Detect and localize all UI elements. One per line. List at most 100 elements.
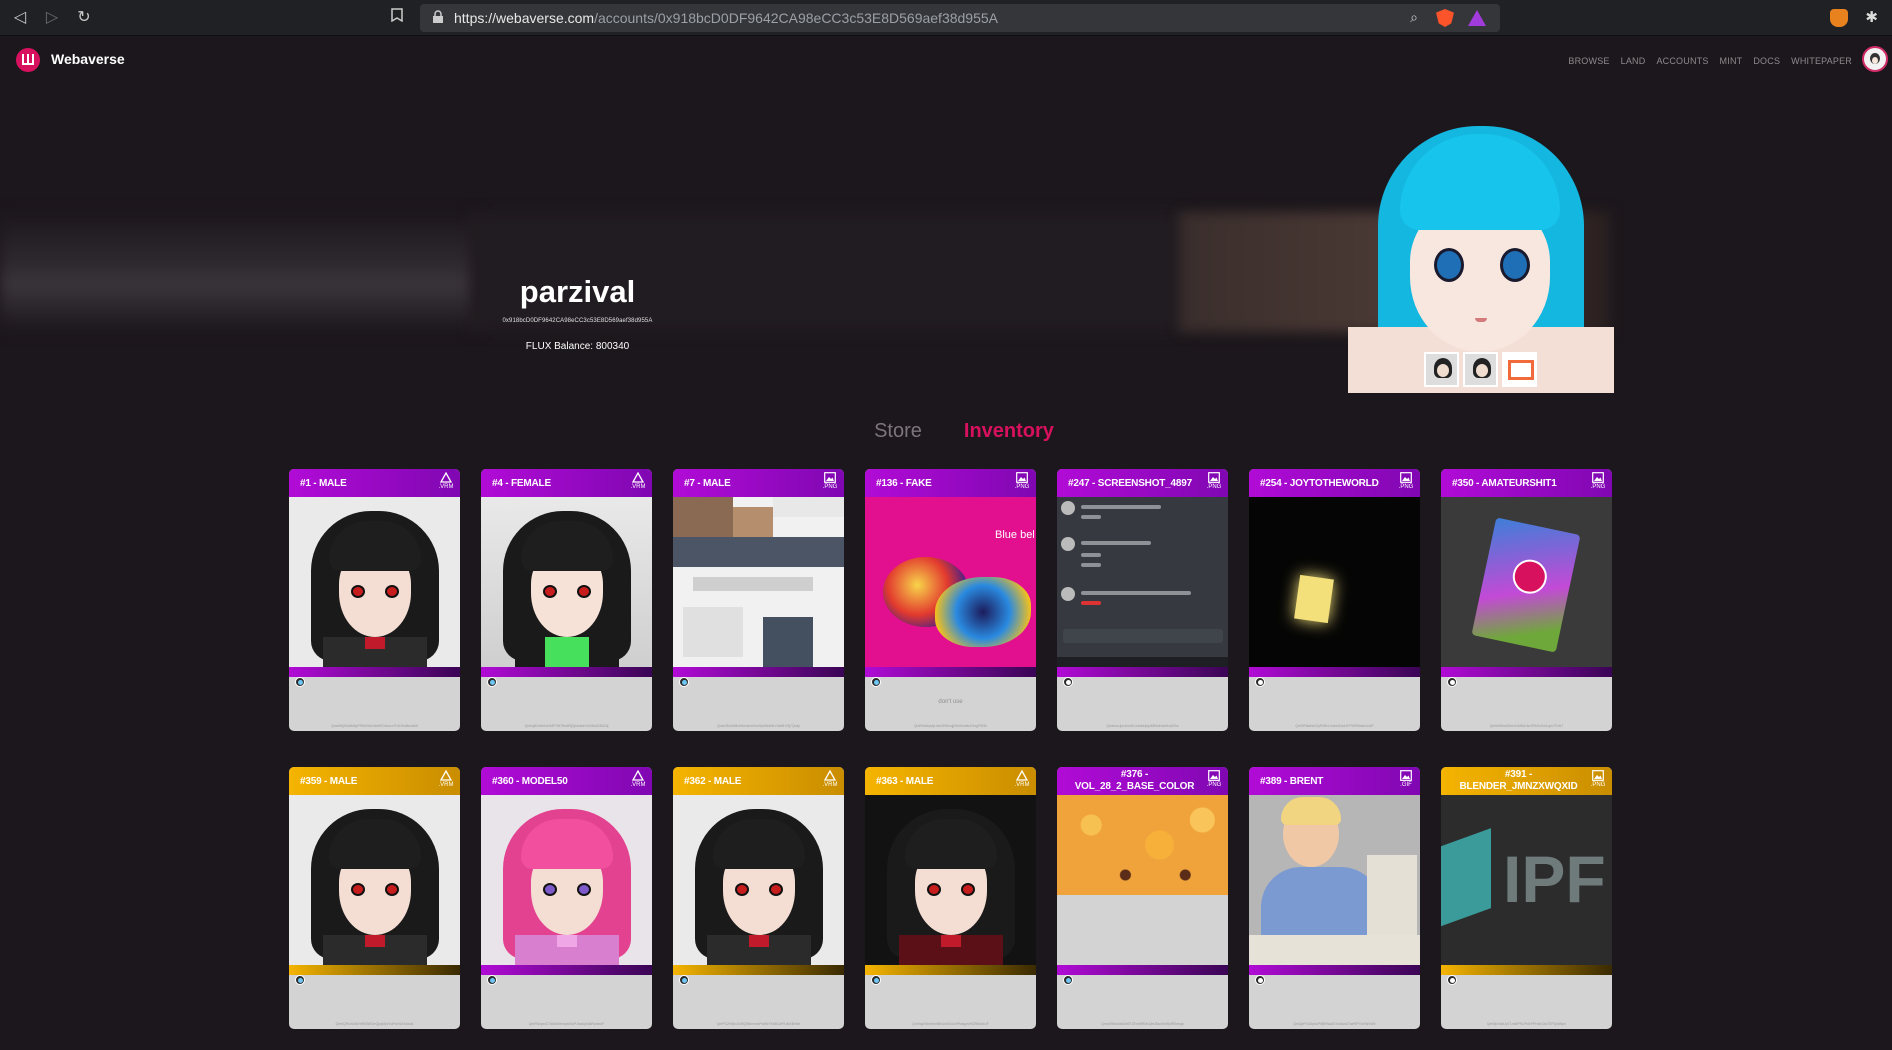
owner-avatar[interactable] — [1255, 975, 1265, 985]
webaverse-logo-icon[interactable] — [16, 48, 40, 72]
inventory-card[interactable]: #362 - MALE .VRM QmPG2H4bxZcRQ8NnmmxPwfWYK… — [673, 767, 844, 1029]
inventory-card[interactable]: #247 - SCREENSHOT_4897 .PNG QmbxcsJpu4muSL… — [1057, 469, 1228, 731]
inventory-card[interactable]: #4 - FEMALE .VRM QmbqB1hNef4e9dP7bE3fm6RjZ… — [481, 469, 652, 731]
inventory-card[interactable]: #254 - JOYTOTHEWORLD .PNG QmSRNwhkV2yPsRvL… — [1249, 469, 1420, 731]
profile-name: parzival — [519, 274, 636, 309]
inventory-card[interactable]: #376 - VOL_28_2_BASE_COLOR .PNG QmzvR6xsbb… — [1057, 767, 1228, 1029]
card-strip — [1057, 965, 1228, 975]
inventory-card[interactable]: #360 - MODEL50 .VRM QmRNvpxxC7d6dbEbmpb4vk… — [481, 767, 652, 1029]
nav-whitepaper[interactable]: WHITEPAPER — [1791, 56, 1852, 66]
image-file-icon: .PNG — [1014, 472, 1030, 492]
owner-avatar[interactable] — [487, 975, 497, 985]
content-hash: QmeNKjW4aM6yPRb54hKr4tdHEDbvzcx7K4H5uBeu… — [331, 724, 418, 728]
avatar-thumbnail[interactable] — [1424, 352, 1459, 387]
owner-avatar[interactable] — [871, 677, 881, 687]
metamask-icon[interactable] — [1830, 9, 1848, 27]
inventory-card[interactable]: #363 - MALE .VRM Qm9xgXfdrs9mh5bUxWLbUhPfw… — [865, 767, 1036, 1029]
nav-land[interactable]: LAND — [1621, 56, 1646, 66]
file-extension: .PNG — [1590, 782, 1606, 788]
tab-store[interactable]: Store — [874, 420, 922, 443]
owner-avatar[interactable] — [1447, 975, 1457, 985]
inventory-card[interactable]: #350 - AMATEURSHIT1 .PNG QmM4WnsfGesXxMNd1… — [1441, 469, 1612, 731]
nav-accounts[interactable]: ACCOUNTS — [1656, 56, 1708, 66]
owner-avatar[interactable] — [1063, 677, 1073, 687]
file-extension: .VRM — [438, 782, 454, 788]
avatar-thumbnail[interactable] — [1502, 352, 1537, 387]
browser-toolbar: ◁ ▷ ↻ https://webaverse.com/accounts/0x9… — [0, 0, 1892, 36]
owner-avatar[interactable] — [1255, 677, 1265, 687]
owner-avatar[interactable] — [295, 975, 305, 985]
card-title: #389 - BRENT — [1249, 767, 1420, 795]
card-title: #4 - FEMALE — [481, 469, 652, 497]
owner-avatar[interactable] — [679, 975, 689, 985]
banner-background — [0, 212, 480, 332]
card-title: #350 - AMATEURSHIT1 — [1441, 469, 1612, 497]
tab-inventory[interactable]: Inventory — [964, 420, 1054, 443]
url-text: https://webaverse.com/accounts/0x918bcD0… — [454, 10, 999, 26]
main-nav: BROWSE LAND ACCOUNTS MINT DOCS WHITEPAPE… — [1568, 56, 1852, 66]
card-strip — [673, 667, 844, 677]
address-bar[interactable]: https://webaverse.com/accounts/0x918bcD0… — [420, 4, 1500, 32]
card-strip — [1249, 667, 1420, 677]
forward-icon[interactable]: ▷ — [42, 8, 62, 28]
card-strip — [1249, 965, 1420, 975]
content-hash: QmbxcsJpu4muSLmbdhnjdjuMBhnhdwHxdZ5m — [1106, 724, 1179, 728]
card-strip — [865, 965, 1036, 975]
card-strip — [481, 965, 652, 975]
card-title: #363 - MALE — [865, 767, 1036, 795]
card-title: #362 - MALE — [673, 767, 844, 795]
card-strip — [289, 667, 460, 677]
content-hash: QmbqB1hNef4e9dP7bE3fm6RjZjmkdbeVh1t1kdDB… — [524, 724, 609, 728]
avatar-thumbnails — [1424, 352, 1537, 387]
user-avatar[interactable] — [1862, 46, 1888, 72]
zoom-icon[interactable]: ⌕ — [1410, 9, 1418, 26]
nav-docs[interactable]: DOCS — [1753, 56, 1780, 66]
content-hash: QmbQRvJw5kVhRf3iW2xrQpqMyVhuPvcWJXdwdx — [335, 1022, 414, 1026]
content-hash: QmPG2H4bxZcRQ8NnmmxPwfWYKb6CwFKdbXBrWe — [716, 1022, 801, 1026]
nav-mint[interactable]: MINT — [1720, 56, 1743, 66]
brand-name[interactable]: Webaverse — [51, 51, 125, 67]
inventory-card[interactable]: #136 - FAKE .PNG Blue bel don't use QmRsfwbp… — [865, 469, 1036, 731]
owner-avatar[interactable] — [871, 975, 881, 985]
owner-avatar[interactable] — [1063, 975, 1073, 985]
card-strip — [673, 965, 844, 975]
file-extension: .VRM — [438, 484, 454, 490]
content-hash: QmM4WnsfGesXxMNd1kuSPbXnZw1opn7FoN7 — [1489, 724, 1564, 728]
nav-browse[interactable]: BROWSE — [1568, 56, 1609, 66]
owner-avatar[interactable] — [487, 677, 497, 687]
card-title: #1 - MALE — [289, 469, 460, 497]
card-title: #359 - MALE — [289, 767, 460, 795]
back-icon[interactable]: ◁ — [10, 8, 30, 28]
card-description: don't use — [938, 699, 963, 705]
owner-avatar[interactable] — [1447, 677, 1457, 687]
content-hash: QmQpFKGdybuPhBRNaUEXdrAuM7aeRPYcrEfsVWb — [1293, 1022, 1376, 1026]
bookmark-icon[interactable] — [387, 8, 407, 28]
card-pack-preview — [1441, 497, 1612, 667]
screenshot-preview — [1057, 497, 1228, 667]
content-hash: Qm9xgXfdrs9mh5bUxWLbUhPfwqqXeRZRbdnbJF — [912, 1022, 989, 1026]
image-file-icon: .PNG — [1590, 472, 1606, 492]
file-extension: .PNG — [1014, 484, 1030, 490]
inventory-card[interactable]: #7 - MALE .PNG QmaV8w4b5hxWmdkmHrwHybNkM4r… — [673, 469, 844, 731]
inventory-card[interactable]: #391 - BLENDER_JMNZXWQXID .PNG IPF QmWjnXab… — [1441, 767, 1612, 1029]
brave-rewards-icon[interactable] — [1468, 10, 1486, 26]
card-title: #360 - MODEL50 — [481, 767, 652, 795]
vrm-file-icon: .VRM — [1014, 770, 1030, 790]
card-title: #376 - VOL_28_2_BASE_COLOR — [1057, 767, 1228, 795]
inventory-card[interactable]: #389 - BRENT .GIF QmQpFKGdybuPhBRNaUEXdrAu… — [1249, 767, 1420, 1029]
inventory-card[interactable]: #359 - MALE .VRM QmbQRvJw5kVhRf3iW2xrQpqMy… — [289, 767, 460, 1029]
avatar-thumbnail[interactable] — [1463, 352, 1498, 387]
file-extension: .VRM — [1014, 782, 1030, 788]
photo-preview — [1249, 497, 1420, 667]
owner-avatar[interactable] — [295, 677, 305, 687]
file-extension: .PNG — [1590, 484, 1606, 490]
vrm-file-icon: .VRM — [630, 770, 646, 790]
wallet-address: 0x918bcD0DF9642CA98eCC3c53E8D569aef38d95… — [502, 318, 653, 324]
card-title: #136 - FAKE — [865, 469, 1036, 497]
reload-icon[interactable]: ↻ — [74, 8, 94, 28]
avatar-preview — [673, 795, 844, 965]
brave-shields-icon[interactable] — [1436, 9, 1454, 27]
owner-avatar[interactable] — [679, 677, 689, 687]
extensions-icon[interactable]: ✱ — [1865, 8, 1878, 26]
inventory-card[interactable]: #1 - MALE .VRM QmeNKjW4aM6yPRb54hKr4tdHEDb… — [289, 469, 460, 731]
